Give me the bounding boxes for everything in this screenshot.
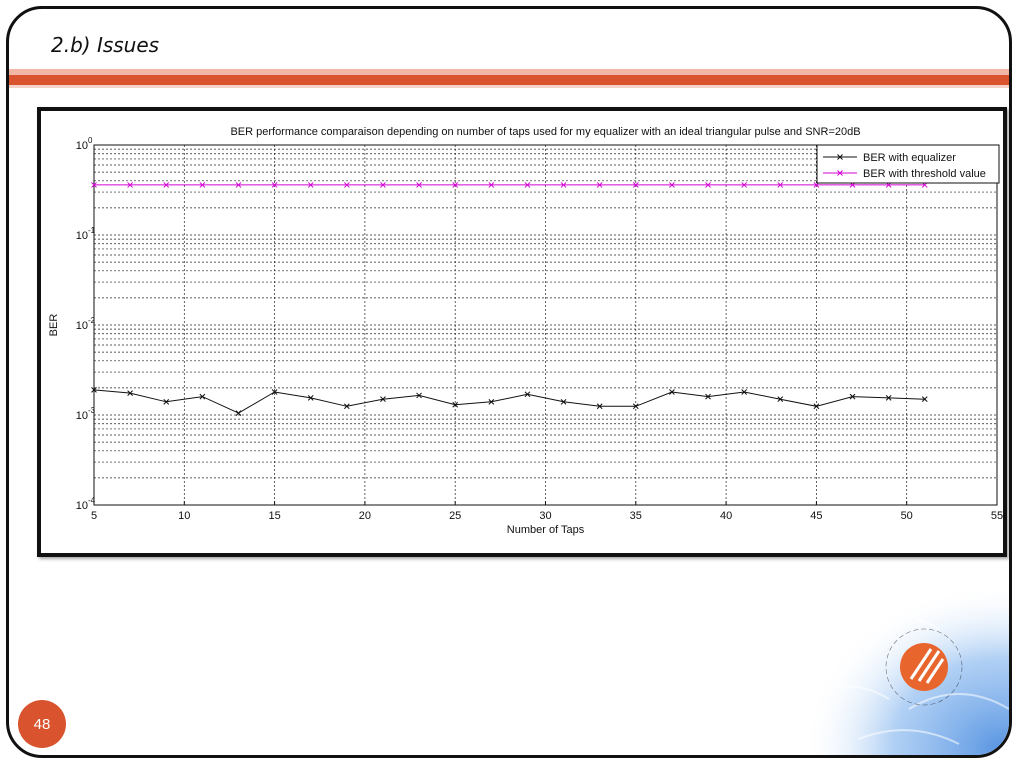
legend-label: BER with equalizer: [863, 152, 956, 164]
x-tick-label: 45: [810, 510, 822, 522]
x-tick-label: 20: [359, 510, 371, 522]
slide-title: 2.b) Issues: [51, 33, 160, 57]
x-tick-label: 55: [991, 510, 1003, 522]
x-tick-label: 15: [268, 510, 280, 522]
chart-frame: 5 10 15 20 25 30 35 40 45 50 55 10 0 10 -1 10 -2 10 -3 10 -4…: [37, 107, 1007, 557]
y-tick-label: 10: [76, 410, 88, 422]
x-tick-label: 40: [720, 510, 732, 522]
water-ripples: [788, 613, 1009, 745]
series-line-1: [93, 389, 925, 414]
y-axis-label: BER: [48, 314, 60, 337]
x-tick-label: 25: [449, 510, 461, 522]
x-tick-label: 50: [901, 510, 913, 522]
y-tick-label: 10: [76, 500, 88, 512]
header-stripe-faint: [9, 85, 1009, 88]
chart-title: BER performance comparaison depending on…: [230, 126, 860, 138]
x-axis-label: Number of Taps: [507, 524, 585, 536]
y-tick-label: 10: [76, 230, 88, 242]
grid: [93, 145, 998, 506]
x-tick-label: 30: [539, 510, 551, 522]
y-tick-exponent: -3: [88, 406, 96, 415]
y-tick-exponent: -2: [88, 316, 96, 325]
x-tick-label: 10: [178, 510, 190, 522]
ber-chart: 5 10 15 20 25 30 35 40 45 50 5510 010 -110 -210 -310 -4…: [48, 126, 1003, 536]
legend: BER with equalizer BER with threshold val…: [816, 144, 1000, 184]
header-stripe: [9, 75, 1009, 85]
university-of-plymouth-logo: [885, 628, 963, 706]
series: [91, 182, 928, 416]
y-tick-label: 10: [76, 140, 88, 152]
x-tick-label: 35: [630, 510, 642, 522]
y-tick-exponent: -1: [88, 226, 96, 235]
page-number: 48: [18, 700, 66, 748]
legend-label: BER with threshold value: [863, 168, 986, 180]
slide: 2.b) Issues 5 10 15 20 25 30 35 40 45 50 55 10 0 10 -1…: [6, 6, 1012, 758]
y-tick-exponent: 0: [88, 136, 93, 145]
x-tick-label: 5: [91, 510, 97, 522]
y-tick-label: 10: [76, 320, 88, 332]
y-tick-exponent: -4: [88, 496, 96, 505]
